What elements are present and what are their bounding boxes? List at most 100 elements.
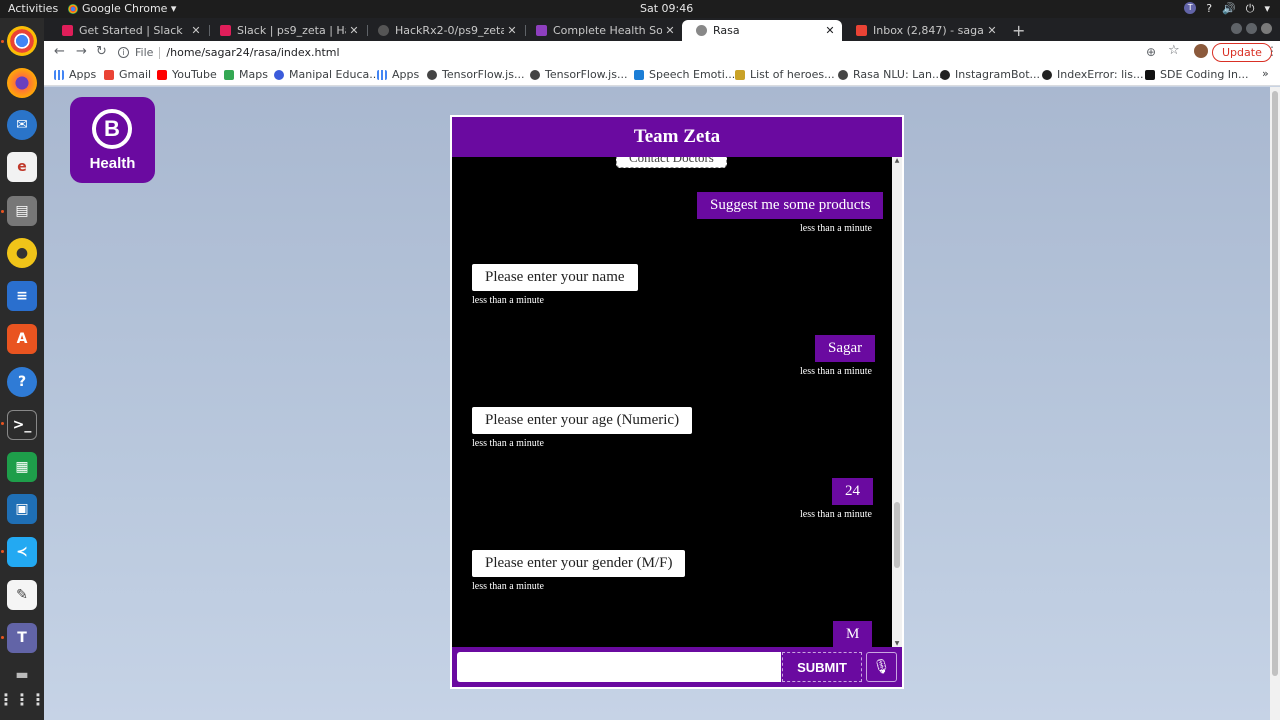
message-timestamp: less than a minute <box>472 295 544 306</box>
divider <box>159 46 161 59</box>
evince-dock-icon[interactable]: e <box>7 152 37 182</box>
activities-button[interactable]: Activities <box>8 2 58 15</box>
gmail-icon <box>104 69 114 80</box>
reload-icon[interactable]: ↻ <box>96 44 107 59</box>
bookmark-list-of-heroes[interactable]: List of heroes... <box>735 68 835 81</box>
show-apps-grid-icon[interactable]: ⋮⋮⋮ <box>0 684 46 714</box>
files-dock-icon[interactable]: ▤ <box>7 196 37 226</box>
tab-rasa-active[interactable]: Rasa ✕ <box>682 20 842 41</box>
new-tab-button[interactable]: + <box>1012 21 1025 40</box>
chat-message-input[interactable] <box>457 652 781 682</box>
slack-icon <box>62 25 73 36</box>
browser-tab-strip: Get Started | Slack ✕ Slack | ps9_zeta |… <box>44 18 1280 41</box>
bookmark-gmail[interactable]: Gmail <box>104 68 151 81</box>
bookmark-instagrambot[interactable]: InstagramBot... <box>940 68 1040 81</box>
tab-complete-health-solution[interactable]: Complete Health Solution ✕ <box>522 20 682 41</box>
chat-input-bar: SUBMIT 🎙 <box>452 647 902 687</box>
bookmark-speech-emotion[interactable]: Speech Emoti... <box>634 68 735 81</box>
minimize-button[interactable] <box>1231 23 1242 34</box>
app-menu[interactable]: Google Chrome ▾ <box>68 2 176 15</box>
url-text: /home/sagar24/rasa/index.html <box>166 46 340 59</box>
close-icon[interactable]: ✕ <box>984 24 1000 37</box>
close-icon[interactable]: ✕ <box>822 24 838 37</box>
teams-dock-icon[interactable]: T <box>7 623 37 653</box>
thunderbird-dock-icon[interactable]: ✉ <box>7 110 37 140</box>
chrome-dock-icon[interactable] <box>7 26 37 56</box>
firefox-dock-icon[interactable] <box>7 68 37 98</box>
more-bookmarks-icon[interactable]: » <box>1262 67 1269 80</box>
remote-desktop-dock-icon[interactable]: ▣ <box>7 494 37 524</box>
globe-icon <box>530 69 540 80</box>
tab-github-hackrx[interactable]: HackRx2-0/ps9_zeta ✕ <box>364 20 524 41</box>
close-icon[interactable]: ✕ <box>188 24 204 37</box>
bookmark-indexerror[interactable]: IndexError: lis... <box>1042 68 1143 81</box>
chat-title: Team Zeta <box>452 117 902 157</box>
browser-toolbar: ← → ↻ i File /home/sagar24/rasa/index.ht… <box>44 41 1280 64</box>
scroll-down-arrow-icon[interactable]: ▼ <box>893 640 901 647</box>
back-arrow-icon[interactable]: ← <box>54 44 65 59</box>
maps-icon <box>224 69 234 80</box>
quick-reply-contact-doctors[interactable]: Contact Doctors <box>616 157 727 168</box>
bookmark-label: YouTube <box>172 68 217 81</box>
message-timestamp: less than a minute <box>800 223 872 234</box>
bookmark-rasa-nlu[interactable]: Rasa NLU: Lan... <box>838 68 943 81</box>
profile-avatar[interactable] <box>1194 44 1208 58</box>
tab-label: HackRx2-0/ps9_zeta <box>395 24 504 37</box>
bookmark-sde-coding[interactable]: SDE Coding In... <box>1145 68 1249 81</box>
close-window-button[interactable] <box>1261 23 1272 34</box>
tab-slack-ps9-zeta[interactable]: Slack | ps9_zeta | HackRx ✕ <box>206 20 366 41</box>
scrollbar-thumb[interactable] <box>1272 91 1278 676</box>
volume-icon[interactable]: 🔊 <box>1222 2 1236 16</box>
bookmark-apps-2[interactable]: Apps <box>377 68 419 81</box>
zoom-icon[interactable]: ⊕ <box>1146 45 1156 59</box>
bookmark-tensorflow-1[interactable]: TensorFlow.js... <box>427 68 524 81</box>
text-editor-dock-icon[interactable]: ✎ <box>7 580 37 610</box>
bookmark-tensorflow-2[interactable]: TensorFlow.js... <box>530 68 627 81</box>
page-scrollbar[interactable] <box>1270 87 1280 720</box>
vscode-dock-icon[interactable]: ≺ <box>7 537 37 567</box>
clock[interactable]: Sat 09:46 <box>640 2 693 15</box>
slack-icon <box>220 25 231 36</box>
bookmark-youtube[interactable]: YouTube <box>157 68 217 81</box>
globe-icon <box>838 69 848 80</box>
chevron-down-icon[interactable]: ▾ <box>1264 2 1270 16</box>
update-button[interactable]: Update <box>1212 43 1272 62</box>
bot-bubble: Please enter your name <box>472 264 638 291</box>
github-icon <box>378 25 389 36</box>
help-icon[interactable]: ? <box>1206 2 1212 16</box>
close-icon[interactable]: ✕ <box>504 24 520 37</box>
submit-button[interactable]: SUBMIT <box>782 652 862 682</box>
calc-dock-icon[interactable]: ▦ <box>7 452 37 482</box>
address-bar[interactable]: i File /home/sagar24/rasa/index.html <box>118 43 1218 62</box>
software-center-dock-icon[interactable]: A <box>7 324 37 354</box>
bookmark-apps[interactable]: Apps <box>54 68 96 81</box>
scroll-up-arrow-icon[interactable]: ▲ <box>893 157 901 164</box>
system-tray[interactable]: T ? 🔊 ⏻ ▾ <box>1184 2 1270 16</box>
help-dock-icon[interactable]: ? <box>7 367 37 397</box>
microphone-icon[interactable]: 🎙 <box>866 652 897 682</box>
chatbot-widget: Team Zeta Contact Doctors Suggest me som… <box>450 115 904 689</box>
bookmark-label: IndexError: lis... <box>1057 68 1144 81</box>
teams-tray-icon[interactable]: T <box>1184 2 1197 14</box>
close-icon[interactable]: ✕ <box>662 24 678 37</box>
close-icon[interactable]: ✕ <box>346 24 362 37</box>
chat-scrollbar[interactable]: ▲ ▼ <box>892 157 902 647</box>
writer-dock-icon[interactable]: ≡ <box>7 281 37 311</box>
bajaj-health-logo: B Health <box>70 97 155 183</box>
maximize-button[interactable] <box>1246 23 1257 34</box>
rhythmbox-dock-icon[interactable]: ● <box>7 238 37 268</box>
tab-gmail-inbox[interactable]: Inbox (2,847) - sagarpatha ✕ <box>842 20 1004 41</box>
bookmark-maps[interactable]: Maps <box>224 68 268 81</box>
chat-scrollbar-thumb[interactable] <box>894 502 900 568</box>
system-top-bar: Activities Google Chrome ▾ Sat 09:46 T ?… <box>0 0 1280 18</box>
bookmark-manipal[interactable]: Manipal Educa... <box>274 68 380 81</box>
user-message: 24 <box>832 478 873 505</box>
tab-slack-get-started[interactable]: Get Started | Slack ✕ <box>48 20 208 41</box>
info-icon[interactable]: i <box>118 47 129 58</box>
bookmark-star-icon[interactable]: ☆ <box>1168 43 1180 58</box>
forward-arrow-icon[interactable]: → <box>76 44 87 59</box>
power-icon[interactable]: ⏻ <box>1246 2 1255 16</box>
bot-message: Please enter your name <box>472 264 638 291</box>
terminal-dock-icon[interactable]: >_ <box>7 410 37 440</box>
kebab-menu-icon[interactable]: ⋮ <box>1266 44 1278 58</box>
